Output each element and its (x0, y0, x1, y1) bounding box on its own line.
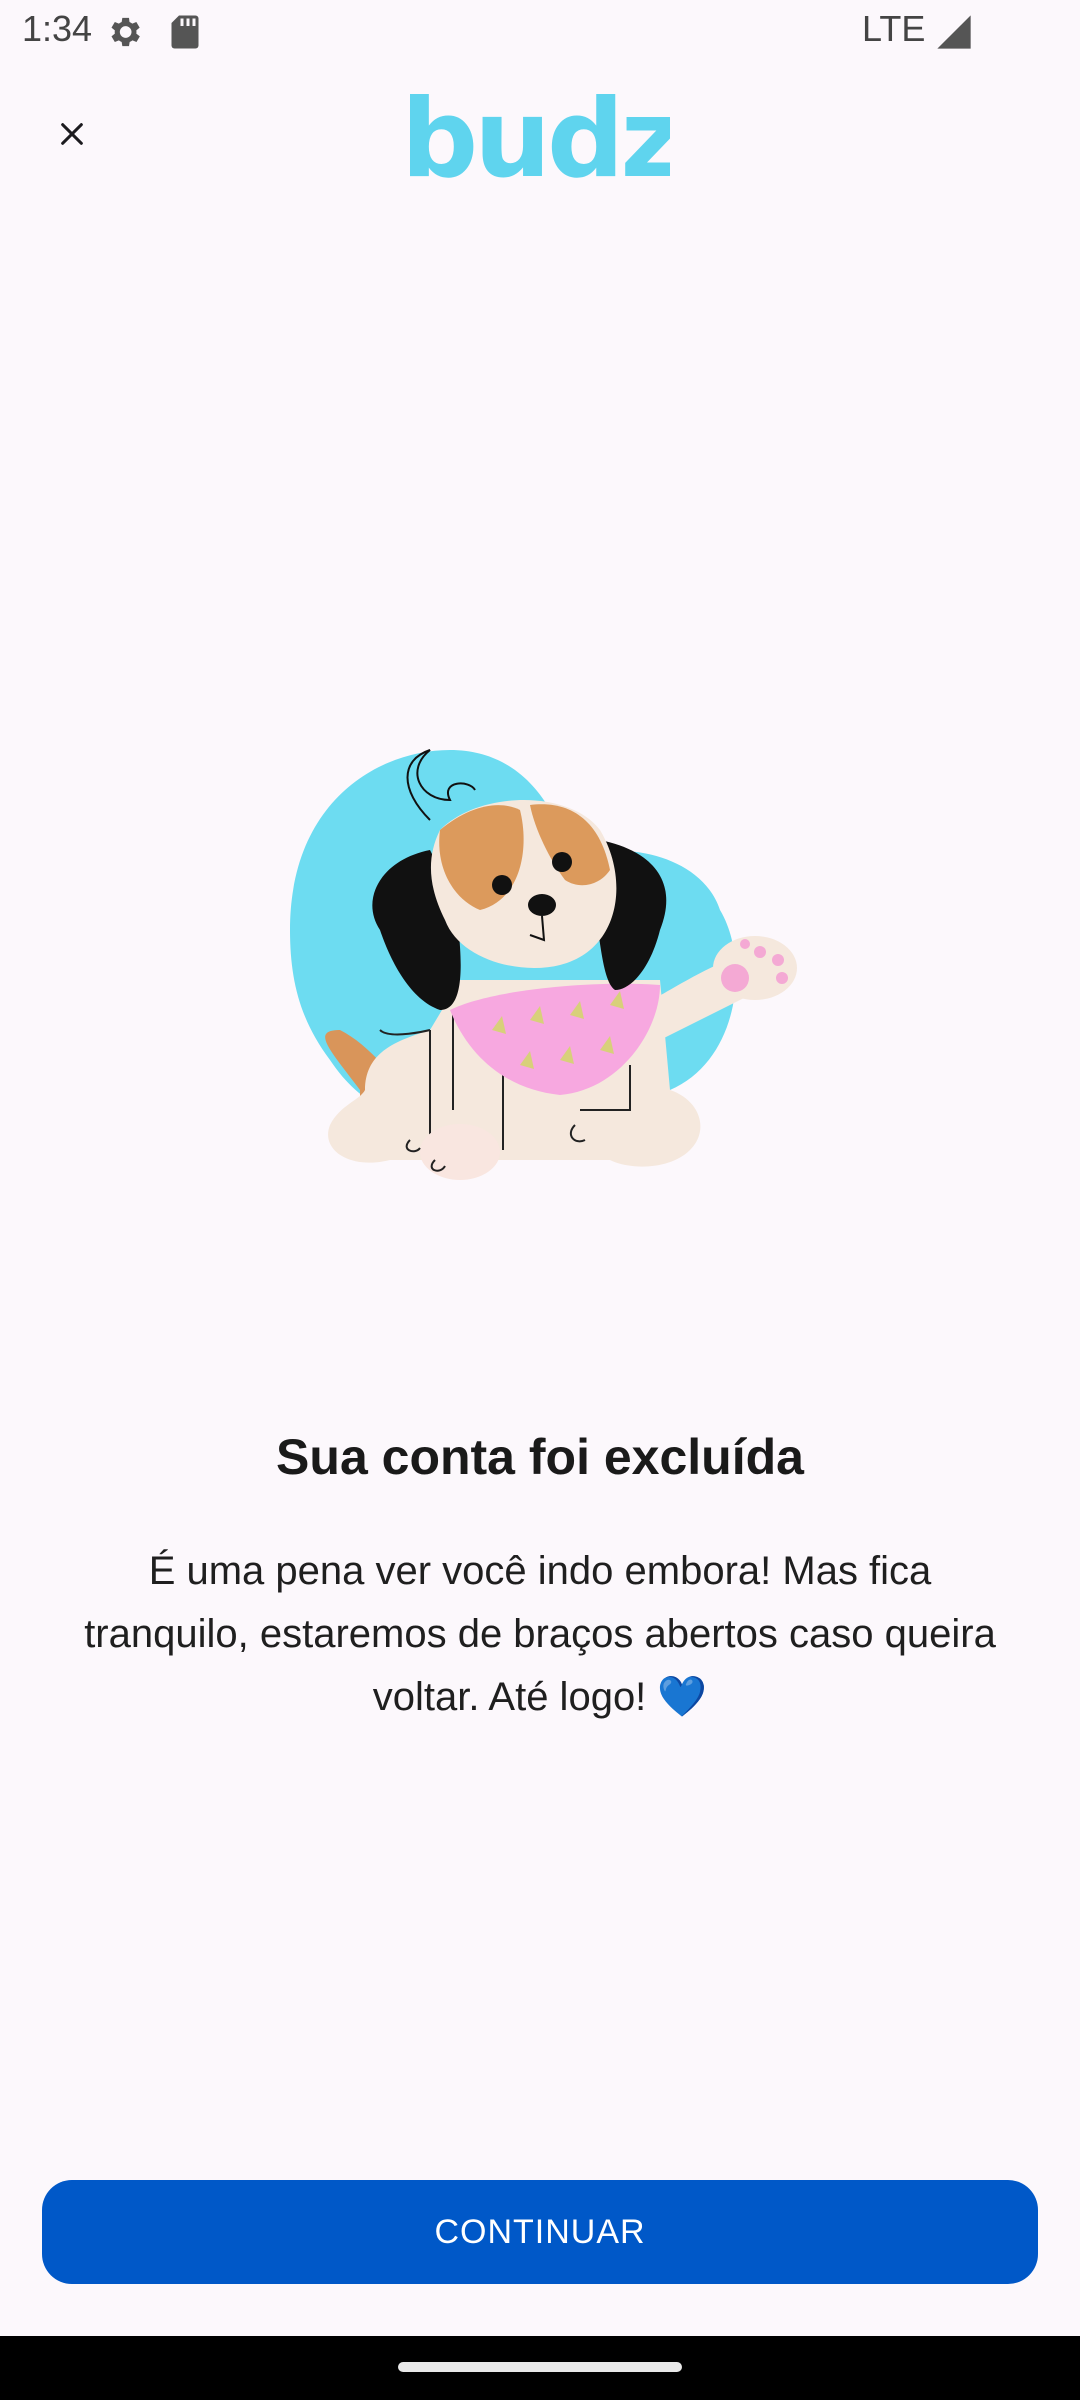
home-gesture-handle[interactable] (398, 2362, 682, 2372)
sd-card-icon (171, 15, 199, 49)
farewell-message: É uma pena ver você indo embora! Mas fic… (84, 1549, 996, 1719)
settings-gear-icon (111, 17, 140, 47)
continue-button[interactable]: CONTINUAR (42, 2180, 1038, 2284)
budz-logo: budz (410, 77, 670, 192)
dog-waving-illustration (290, 749, 797, 1180)
logo-text: budz (410, 77, 670, 192)
close-icon (61, 123, 83, 145)
page-title: Sua conta foi excluída (276, 1429, 804, 1485)
status-bar: 1:34 LTE (0, 0, 1080, 64)
signal-icon (937, 15, 971, 49)
network-type: LTE (862, 8, 926, 49)
status-time: 1:34 (22, 8, 93, 49)
close-button[interactable] (44, 106, 100, 162)
